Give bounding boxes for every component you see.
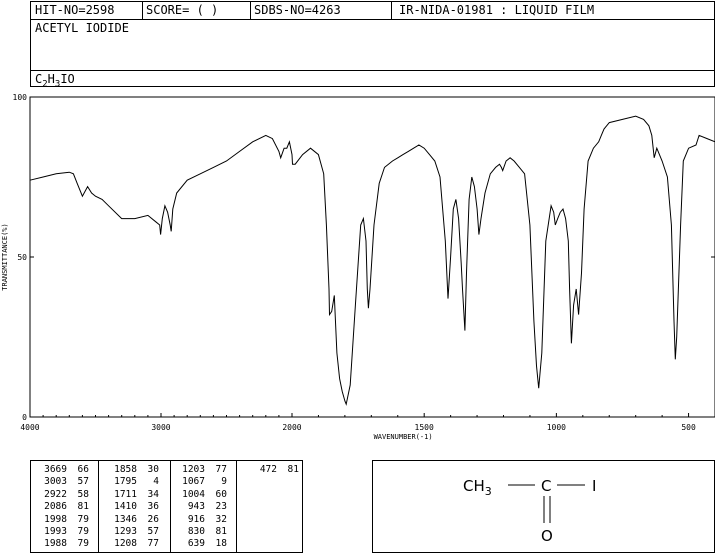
peak-row: 1858 30 xyxy=(107,464,159,476)
hit-number: HIT-NO=2598 xyxy=(35,3,115,17)
peak-transmittance: 79 xyxy=(77,538,89,550)
y-tick-label: 50 xyxy=(17,253,27,262)
peak-transmittance: 77 xyxy=(215,464,227,475)
ir-spectrum-chart: 0 50 100 4000 3000 2000 1500 1000 500 WAVENUMBER(… xyxy=(1,93,715,441)
peak-row: 1795 4 xyxy=(107,476,159,488)
peak-row: 2086 81 xyxy=(37,501,89,513)
peak-row: 830 81 xyxy=(175,526,227,538)
peak-wavenumber: 1998 xyxy=(44,513,67,525)
peak-row: 1203 77 xyxy=(175,464,227,476)
peak-wavenumber: 2086 xyxy=(44,501,67,513)
structure-drawing: CH3 C I O xyxy=(463,477,596,545)
peak-transmittance: 23 xyxy=(215,501,227,513)
molecular-formula: C2H3IO xyxy=(35,72,75,90)
peak-row: 1004 60 xyxy=(175,489,227,501)
score: SCORE= ( ) xyxy=(146,3,219,17)
peak-wavenumber: 1346 xyxy=(114,513,137,525)
peak-wavenumber: 830 xyxy=(187,526,205,538)
x-tick-label: 500 xyxy=(681,423,696,432)
peak-transmittance: 60 xyxy=(215,488,227,500)
peak-transmittance: 57 xyxy=(147,526,159,538)
peak-transmittance: 77 xyxy=(147,538,159,550)
peak-wavenumber: 1711 xyxy=(114,488,137,500)
peak-transmittance: 79 xyxy=(77,526,89,538)
x-tick-label: 1000 xyxy=(547,423,566,432)
peak-wavenumber: 916 xyxy=(187,513,205,525)
peak-wavenumber: 3669 xyxy=(44,464,67,475)
sdbs-number: SDBS-NO=4263 xyxy=(254,3,341,17)
peak-transmittance: 57 xyxy=(77,476,89,488)
peak-wavenumber: 943 xyxy=(187,501,205,513)
peak-row: 1067 9 xyxy=(175,476,227,488)
peak-row: 472 81 xyxy=(247,464,299,476)
peak-row: 1711 34 xyxy=(107,489,159,501)
x-tick-label: 1500 xyxy=(415,423,434,432)
peak-wavenumber: 2922 xyxy=(44,488,67,500)
peak-row: 1988 79 xyxy=(37,538,89,550)
peak-wavenumber: 1203 xyxy=(182,464,205,475)
peak-transmittance: 34 xyxy=(147,488,159,500)
peak-transmittance: 36 xyxy=(147,501,159,513)
peak-wavenumber: 1858 xyxy=(114,464,137,475)
peak-transmittance: 81 xyxy=(215,526,227,538)
peak-transmittance: 66 xyxy=(77,464,89,475)
peak-transmittance: 4 xyxy=(153,476,159,488)
iodine-atom: I xyxy=(592,477,596,495)
peak-transmittance: 30 xyxy=(147,464,159,475)
peak-transmittance: 79 xyxy=(77,513,89,525)
peak-row: 943 23 xyxy=(175,501,227,513)
peak-row: 916 32 xyxy=(175,514,227,526)
carbonyl-oxygen: O xyxy=(541,527,553,545)
spectrum-line-0 xyxy=(29,115,715,406)
peak-wavenumber: 1993 xyxy=(44,526,67,538)
methyl-group: CH3 xyxy=(463,477,492,498)
measurement-method: IR-NIDA-01981 : LIQUID FILM xyxy=(399,3,595,17)
peak-row: 639 18 xyxy=(175,538,227,550)
x-tick-label: 4000 xyxy=(20,423,39,432)
x-tick-label: 3000 xyxy=(151,423,170,432)
peak-transmittance: 26 xyxy=(147,513,159,525)
peak-row: 1998 79 xyxy=(37,514,89,526)
peak-transmittance: 81 xyxy=(77,501,89,513)
peak-wavenumber: 3003 xyxy=(44,476,67,488)
peak-transmittance: 9 xyxy=(221,476,227,488)
peak-wavenumber: 1208 xyxy=(114,538,137,550)
peak-wavenumber: 1988 xyxy=(44,538,67,550)
peak-row: 2922 58 xyxy=(37,489,89,501)
peak-transmittance: 32 xyxy=(215,513,227,525)
x-axis-label: WAVENUMBER(-1) xyxy=(374,433,433,441)
peak-transmittance: 81 xyxy=(287,464,299,475)
spectrum-header: HIT-NO=2598 SCORE= ( ) SDBS-NO=4263 IR-N… xyxy=(30,1,715,89)
peak-wavenumber: 1004 xyxy=(182,488,205,500)
peak-row: 3669 66 xyxy=(37,464,89,476)
y-tick-label: 0 xyxy=(22,413,27,422)
y-tick-label: 100 xyxy=(13,93,28,102)
peak-wavenumber: 1067 xyxy=(182,476,205,488)
peak-wavenumber: 1795 xyxy=(114,476,137,488)
x-tick-label: 2000 xyxy=(282,423,301,432)
peak-row: 1293 57 xyxy=(107,526,159,538)
compound-name: ACETYL IODIDE xyxy=(35,21,129,35)
peak-wavenumber: 639 xyxy=(187,538,205,550)
peak-transmittance: 18 xyxy=(215,538,227,550)
structure-panel: CH3 C I O xyxy=(372,460,715,553)
peak-row: 1346 26 xyxy=(107,514,159,526)
peak-wavenumber: 1410 xyxy=(114,501,137,513)
y-axis-label: TRANSMITTANCE(%) xyxy=(1,223,9,290)
peak-row: 1410 36 xyxy=(107,501,159,513)
peak-row: 1208 77 xyxy=(107,538,159,550)
peak-wavenumber: 1293 xyxy=(114,526,137,538)
peak-table: 3669 66 3003 57 2922 58 2086 81 1998 79 1993 79 1988… xyxy=(30,460,303,553)
peak-row: 3003 57 xyxy=(37,476,89,488)
carbonyl-carbon: C xyxy=(541,477,551,495)
peak-row: 1993 79 xyxy=(37,526,89,538)
peak-wavenumber: 472 xyxy=(259,464,277,475)
peak-transmittance: 58 xyxy=(77,488,89,500)
